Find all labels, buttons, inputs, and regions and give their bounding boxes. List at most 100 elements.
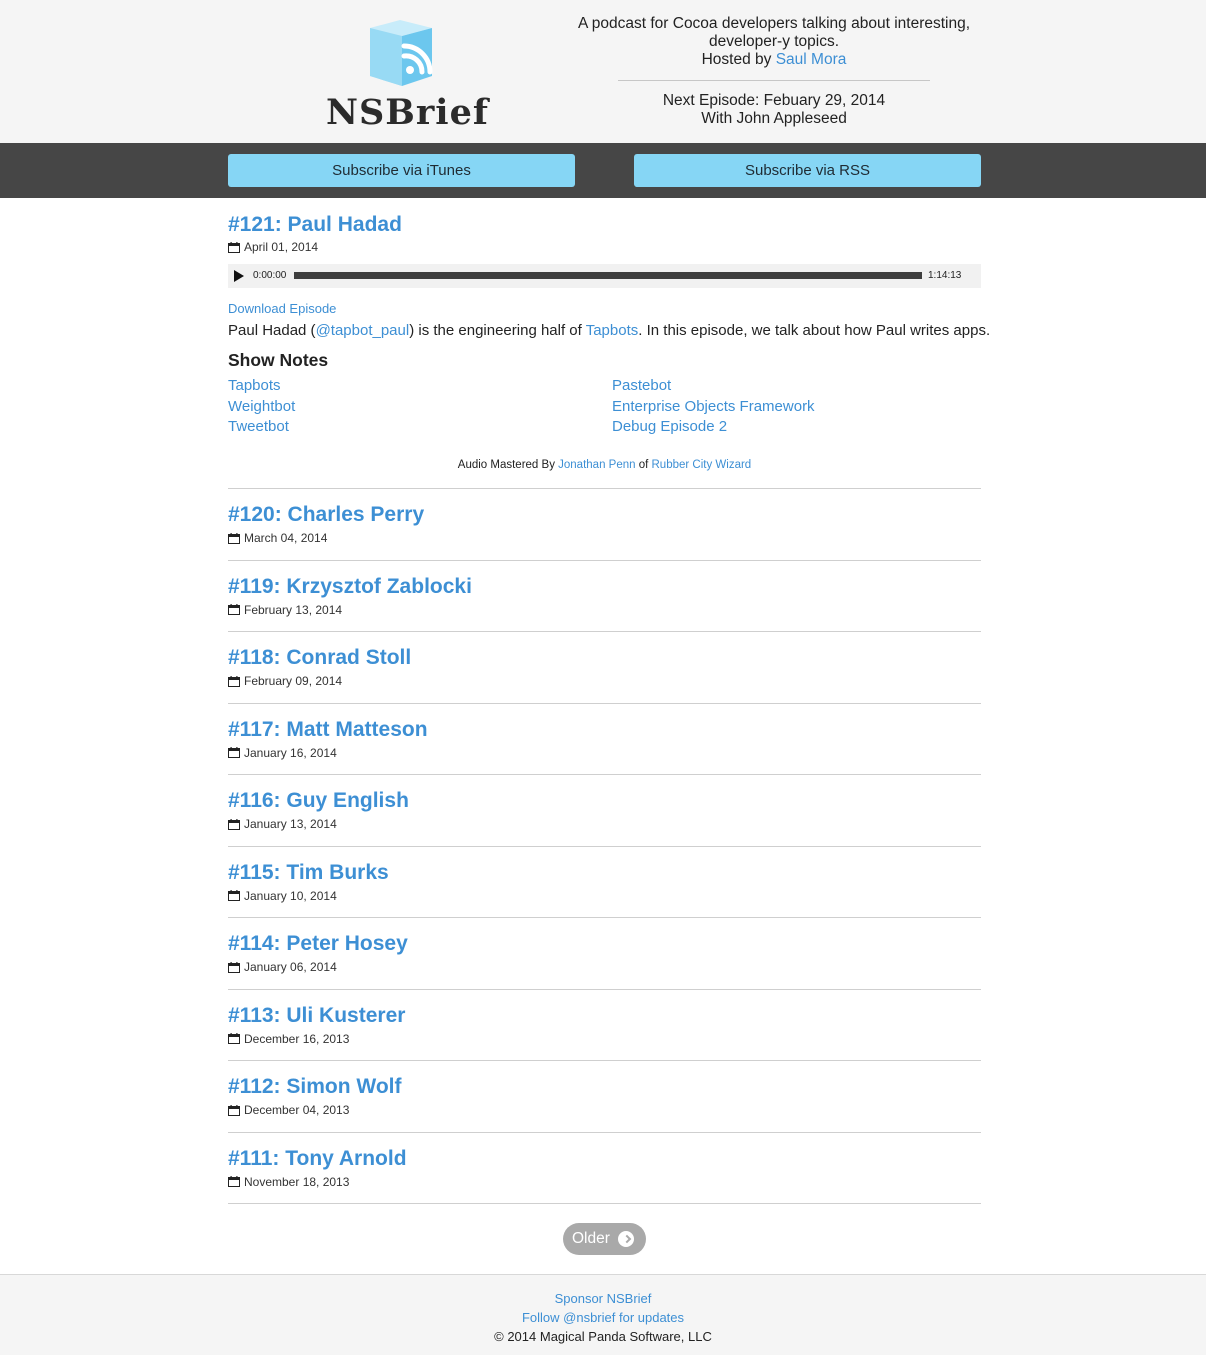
episode-title-link[interactable]: #111: Tony Arnold <box>228 1146 407 1172</box>
calendar-icon <box>228 890 240 901</box>
show-note-link[interactable]: Tweetbot <box>228 418 289 435</box>
next-episode-info: Next Episode: Febuary 29, 2014 With John… <box>570 92 978 128</box>
featured-episode-title[interactable]: #121: Paul Hadad <box>228 212 981 238</box>
show-note-link[interactable]: Tapbots <box>228 377 281 394</box>
studio-link[interactable]: Rubber City Wizard <box>652 459 752 471</box>
show-note-link[interactable]: Enterprise Objects Framework <box>612 398 815 415</box>
featured-episode-date: April 01, 2014 <box>228 239 981 255</box>
company-link[interactable]: Tapbots <box>586 322 639 339</box>
episode-title-link[interactable]: #119: Krzysztof Zablocki <box>228 574 472 600</box>
list-item: #114: Peter Hosey January 06, 2014 <box>228 918 981 990</box>
tagline-line-1: A podcast for Cocoa developers talking a… <box>577 15 971 32</box>
episode-title-link[interactable]: #120: Charles Perry <box>228 502 424 528</box>
featured-episode: #121: Paul Hadad April 01, 2014 0:00:00 … <box>228 212 990 489</box>
next-episode-date: Next Episode: Febuary 29, 2014 <box>662 92 886 109</box>
calendar-icon <box>228 675 240 687</box>
list-item: #111: Tony Arnold November 18, 2013 <box>228 1133 981 1204</box>
desc-part-1: Paul Hadad ( <box>228 322 316 339</box>
show-note-link[interactable]: Weightbot <box>228 398 295 415</box>
chevron-right-icon <box>618 1231 634 1247</box>
show-note-link[interactable]: Debug Episode 2 <box>612 418 727 435</box>
engineer-link[interactable]: Jonathan Penn <box>558 459 635 471</box>
mastered-middle: of <box>635 459 652 471</box>
calendar-icon <box>228 532 240 544</box>
follow-twitter-link[interactable]: Follow @nsbrief for updates <box>522 1310 684 1325</box>
tagline-line-2: developer-y topics. <box>708 33 840 50</box>
site-header: NSBrief A podcast for Cocoa developers t… <box>0 0 1206 143</box>
list-item: #117: Matt Matteson January 16, 2014 <box>228 704 981 775</box>
calendar-icon <box>228 604 240 615</box>
progress-bar[interactable] <box>294 272 922 279</box>
episode-date: January 06, 2014 <box>228 959 337 975</box>
header-divider <box>618 80 930 81</box>
episode-date: January 10, 2014 <box>228 888 337 904</box>
total-time: 1:14:13 <box>928 270 962 281</box>
tagline: A podcast for Cocoa developers talking a… <box>570 15 978 69</box>
hosted-by: Hosted by Saul Mora <box>570 51 978 69</box>
subscribe-itunes-button[interactable]: Subscribe via iTunes <box>228 154 575 187</box>
copyright: © 2014 Magical Panda Software, LLC <box>494 1329 712 1344</box>
calendar-icon <box>228 747 240 758</box>
list-item: #120: Charles Perry March 04, 2014 <box>228 489 981 561</box>
list-item: #115: Tim Burks January 10, 2014 <box>228 847 981 918</box>
episode-title-link[interactable]: #113: Uli Kusterer <box>228 1003 405 1029</box>
date-text: November 18, 2013 <box>244 1174 350 1189</box>
episode-list: #120: Charles Perry March 04, 2014 #119:… <box>228 489 981 1204</box>
list-item: #116: Guy English January 13, 2014 <box>228 775 981 847</box>
date-text: January 10, 2014 <box>244 888 337 903</box>
episode-date: February 13, 2014 <box>228 602 342 618</box>
date-text: April 01, 2014 <box>244 240 319 254</box>
rss-cube-logo-icon <box>370 20 433 86</box>
logo-wordmark: NSBrief <box>326 92 489 133</box>
date-text: January 13, 2014 <box>244 817 337 831</box>
date-text: January 06, 2014 <box>244 960 337 974</box>
date-text: December 16, 2013 <box>244 1031 350 1046</box>
host-link[interactable]: Saul Mora <box>776 51 847 68</box>
calendar-icon <box>228 961 240 973</box>
subscribe-bar: Subscribe via iTunes Subscribe via RSS <box>0 143 1206 198</box>
calendar-icon <box>228 1033 240 1044</box>
episode-title-link[interactable]: #114: Peter Hosey <box>228 931 408 957</box>
sponsor-link[interactable]: Sponsor NSBrief <box>555 1291 652 1306</box>
show-notes-left-column: Tapbots Weightbot Tweetbot <box>228 376 295 438</box>
episode-title-link[interactable]: #118: Conrad Stoll <box>228 645 411 671</box>
episode-title-link[interactable]: #112: Simon Wolf <box>228 1074 402 1100</box>
subscribe-rss-button[interactable]: Subscribe via RSS <box>634 154 981 187</box>
show-note-link[interactable]: Pastebot <box>612 377 671 394</box>
calendar-icon <box>228 1104 240 1116</box>
episode-title-link[interactable]: #116: Guy English <box>228 788 409 814</box>
current-time: 0:00:00 <box>253 270 287 281</box>
mastered-prefix: Audio Mastered By <box>457 459 559 471</box>
site-logo[interactable]: NSBrief <box>326 16 489 133</box>
date-text: December 04, 2013 <box>244 1103 350 1117</box>
play-icon[interactable] <box>234 270 244 282</box>
divider <box>228 1203 981 1204</box>
episode-date: December 16, 2013 <box>228 1031 349 1047</box>
episode-date: March 04, 2014 <box>228 530 327 546</box>
older-button[interactable]: Older <box>563 1223 646 1255</box>
calendar-icon <box>228 241 240 253</box>
date-text: February 09, 2014 <box>244 674 343 688</box>
list-item: #118: Conrad Stoll February 09, 2014 <box>228 632 981 704</box>
site-footer: Sponsor NSBrief Follow @nsbrief for upda… <box>0 1274 1206 1355</box>
footer-lines: Sponsor NSBrief Follow @nsbrief for upda… <box>0 1289 1206 1346</box>
calendar-icon <box>228 818 240 830</box>
date-text: February 13, 2014 <box>244 602 343 617</box>
episode-date: January 13, 2014 <box>228 816 337 832</box>
episode-date: February 09, 2014 <box>228 673 342 689</box>
date-text: March 04, 2014 <box>244 531 328 545</box>
desc-part-3: . In this episode, we talk about how Pau… <box>638 322 991 339</box>
episode-title-link[interactable]: #115: Tim Burks <box>228 860 389 886</box>
list-item: #112: Simon Wolf December 04, 2013 <box>228 1061 981 1133</box>
episode-date: January 16, 2014 <box>228 745 337 761</box>
desc-part-2: ) is the engineering half of <box>409 322 586 339</box>
episode-description: Paul Hadad (@tapbot_paul) is the enginee… <box>228 322 990 339</box>
next-episode-guest: With John Appleseed <box>701 110 847 127</box>
hosted-by-label: Hosted by <box>701 51 776 68</box>
list-item: #119: Krzysztof Zablocki February 13, 20… <box>228 561 981 632</box>
guest-twitter-link[interactable]: @tapbot_paul <box>316 322 410 339</box>
download-episode-link[interactable]: Download Episode <box>228 301 336 316</box>
episode-title-link[interactable]: #117: Matt Matteson <box>228 717 428 743</box>
show-notes-heading: Show Notes <box>228 350 329 370</box>
audio-mastered-credit: Audio Mastered By Jonathan Penn of Rubbe… <box>228 459 981 471</box>
